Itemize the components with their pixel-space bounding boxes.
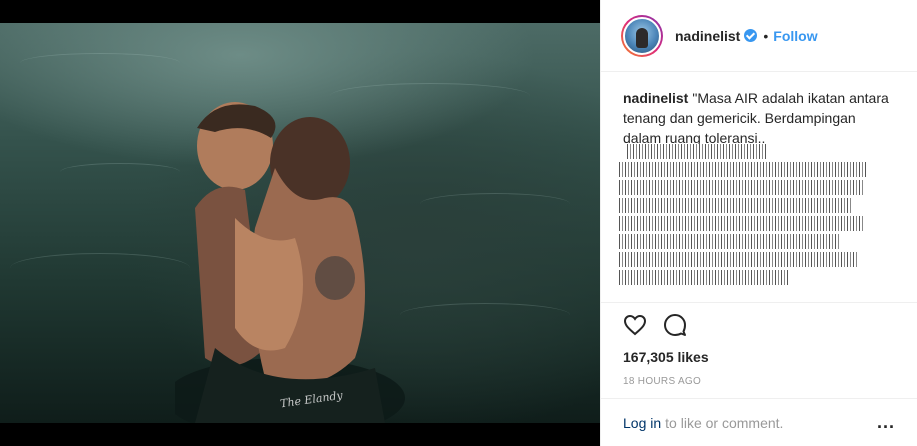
redacted-line xyxy=(627,144,767,159)
post-sidebar: nadinelist • Follow nadinelist "Masa AIR … xyxy=(600,0,917,446)
redacted-line xyxy=(619,180,863,195)
caption-area: nadinelist "Masa AIR adalah ikatan antara… xyxy=(601,72,917,303)
redacted-line xyxy=(619,216,865,231)
caption-username[interactable]: nadinelist xyxy=(623,90,688,106)
username-link[interactable]: nadinelist xyxy=(675,28,740,44)
more-options-icon[interactable]: ... xyxy=(877,412,895,433)
water-ripple xyxy=(60,163,180,181)
login-link[interactable]: Log in xyxy=(623,415,661,431)
follow-button[interactable]: Follow xyxy=(773,28,817,44)
redacted-line xyxy=(619,198,851,213)
couple-figure xyxy=(175,102,405,423)
water-ripple xyxy=(420,193,570,215)
post-header: nadinelist • Follow xyxy=(601,0,917,72)
heart-icon[interactable] xyxy=(623,313,647,337)
caption: nadinelist "Masa AIR adalah ikatan antara… xyxy=(623,88,897,148)
redacted-text xyxy=(619,144,869,292)
comment-footer: Log in to like or comment. ... xyxy=(601,398,917,446)
post-timestamp[interactable]: 18 HOURS AGO xyxy=(601,375,917,389)
redacted-line xyxy=(619,234,839,249)
comment-icon[interactable] xyxy=(663,313,687,337)
avatar[interactable] xyxy=(621,14,663,57)
verified-badge-icon xyxy=(744,29,758,42)
photo-pane: The Elandy xyxy=(0,0,600,446)
water-ripple xyxy=(10,253,190,283)
redacted-line xyxy=(619,162,867,177)
water-ripple xyxy=(400,303,570,327)
avatar-image xyxy=(623,16,661,55)
likes-count[interactable]: 167,305 likes xyxy=(601,347,917,367)
post-photo[interactable]: The Elandy xyxy=(0,23,600,423)
water-ripple xyxy=(20,53,180,73)
redacted-line xyxy=(619,252,859,267)
login-prompt-text: to like or comment. xyxy=(665,414,784,431)
action-bar xyxy=(601,303,917,347)
avatar-person xyxy=(636,27,648,48)
separator-dot: • xyxy=(763,27,769,44)
redacted-line xyxy=(619,270,789,285)
